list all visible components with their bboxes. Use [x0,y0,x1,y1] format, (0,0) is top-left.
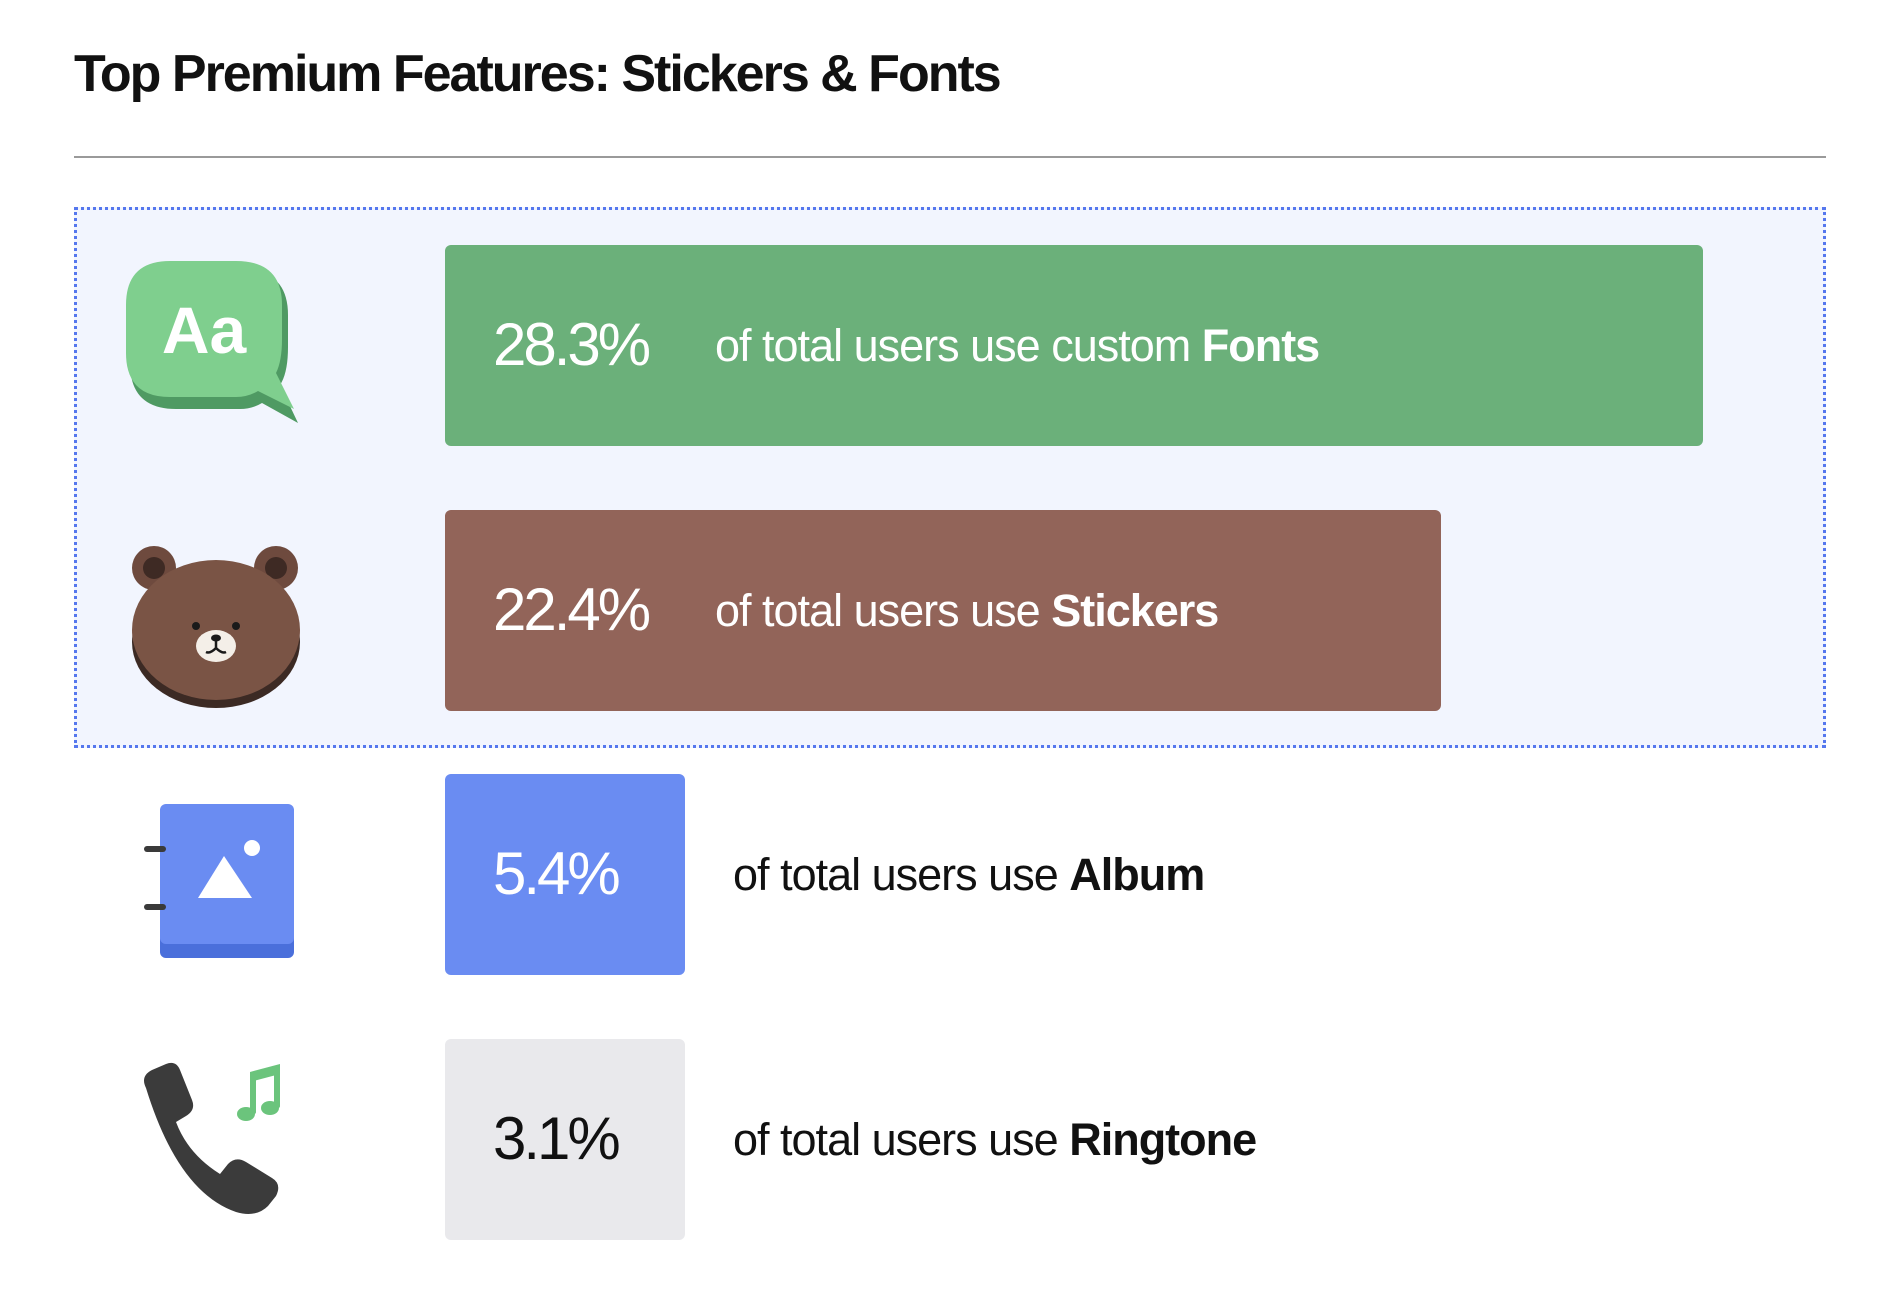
caption-prefix: of total users use [715,585,1052,636]
chart-title: Top Premium Features: Stickers & Fonts [74,45,1002,103]
caption-feature: Album [1069,849,1205,900]
caption-prefix: of total users use custom [715,320,1202,371]
caption-feature: Fonts [1201,320,1320,371]
title-divider [74,156,1826,158]
caption-prefix: of total users use [733,1114,1070,1165]
bar-caption-fonts: of total users use custom Fonts [715,320,1320,371]
bar-caption-stickers: of total users use Stickers [715,585,1219,636]
caption-feature: Stickers [1051,585,1219,636]
bar-value-fonts: 28.3% [493,311,651,378]
ringtone-icon [144,1062,280,1214]
svg-text:Aa: Aa [162,293,248,367]
caption-feature: Ringtone [1069,1114,1257,1165]
album-icon [144,804,294,958]
bar-caption-album: of total users use Album [733,849,1205,900]
font-aa-icon: Aa [126,261,298,423]
bear-sticker-icon [132,546,300,708]
bar-value-album: 5.4% [493,840,621,907]
bar-value-stickers: 22.4% [493,576,651,643]
caption-prefix: of total users use [733,849,1070,900]
bar-caption-ringtone: of total users use Ringtone [733,1114,1257,1165]
bar-value-ringtone: 3.1% [493,1105,621,1172]
